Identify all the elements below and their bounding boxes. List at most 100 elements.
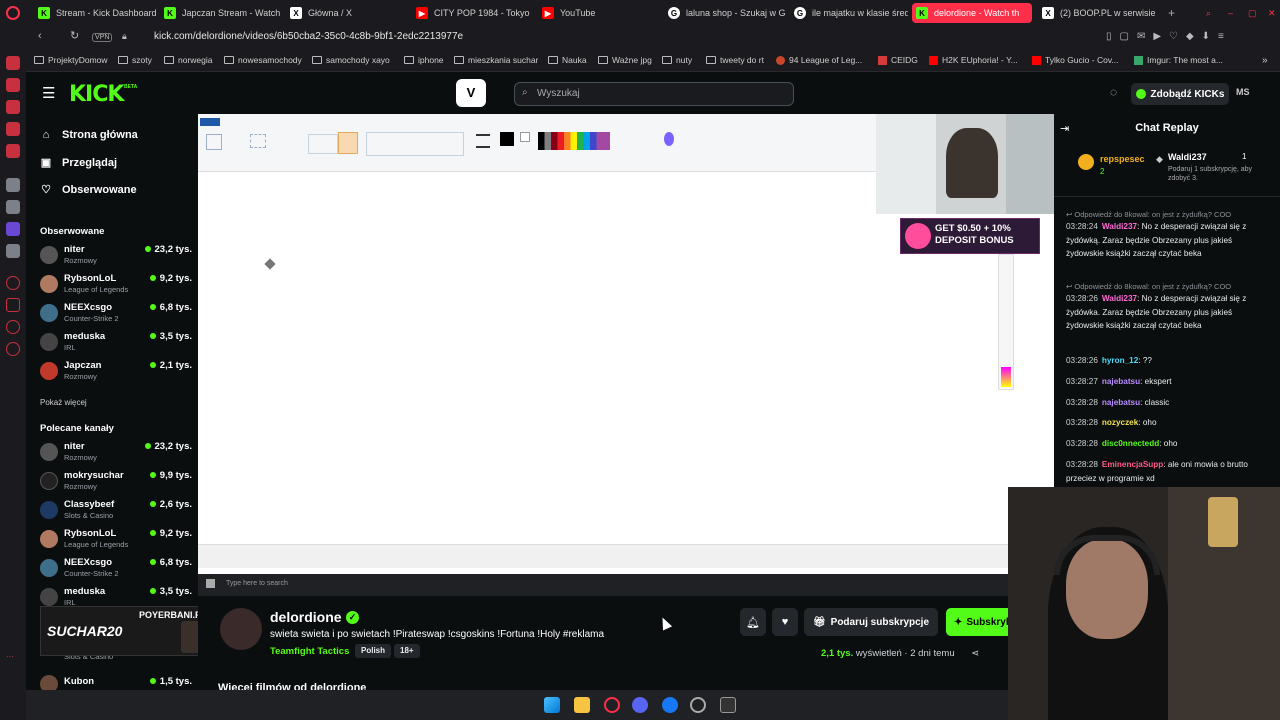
bookmark[interactable]: Tylko Gucio - Cov... [1032, 55, 1119, 65]
chat-message[interactable]: 03:28:28 nozyczek: oho [1066, 416, 1266, 430]
chat-message[interactable]: 03:28:26 hyron_12: ?? [1066, 354, 1266, 368]
subscribe-button[interactable]: ✦Subskrybuj [946, 608, 1008, 636]
bookmarks-more-icon[interactable]: » [1262, 55, 1268, 66]
messenger-icon[interactable] [6, 78, 20, 92]
close-window-button[interactable]: ✕ [1264, 3, 1278, 23]
tab[interactable]: ▶ YouTube [538, 3, 660, 23]
recommended-channel[interactable]: mokrysuchar Rozmowy 9,9 tys. [40, 469, 192, 496]
search-input[interactable]: ⌕ Wyszukaj [514, 82, 794, 106]
bookmark[interactable]: samochody xayo [312, 55, 390, 65]
notification-bell-button[interactable]: 🔔︎ [740, 608, 766, 636]
bookmark[interactable]: norwegia [164, 55, 213, 65]
tag[interactable]: 18+ [394, 644, 420, 658]
bookmark[interactable]: mieszkania suchar [454, 55, 538, 65]
tab[interactable]: Glaluna shop - Szukaj w G [664, 3, 786, 23]
back-icon[interactable]: ‹ [38, 30, 42, 42]
toolbar-icons[interactable]: ▯▢✉▶♡◆⬇≡ [1106, 31, 1232, 42]
bookmark[interactable]: nowesamochody [224, 55, 302, 65]
followed-channel[interactable]: Japczan Rozmowy 2,1 tys. [40, 359, 192, 386]
channel-avatar[interactable] [220, 608, 262, 650]
bookmark[interactable]: 94 League of Leg... [776, 55, 862, 65]
bookmark[interactable]: Imgur: The most a... [1134, 55, 1223, 65]
recommended-channel[interactable]: NEEXcsgo Counter-Strike 2 6,8 tys. [40, 556, 192, 583]
menu-icon[interactable]: ☰ [42, 84, 55, 102]
minimize-button[interactable]: – [1224, 3, 1238, 23]
bookmark[interactable]: tweety do rt [706, 55, 764, 65]
bookmark[interactable]: nuty [662, 55, 692, 65]
tab-active[interactable]: Kdelordione - Watch th [912, 3, 1032, 23]
avatar[interactable]: MS [1236, 87, 1250, 97]
tab[interactable]: K Japczan Stream - Watch [160, 3, 282, 23]
get-kicks-button[interactable]: Zdobądź KICKs [1131, 83, 1229, 105]
chat-message[interactable]: 03:28:28 EminencjaSupp: ale oni mowia o b… [1066, 458, 1266, 485]
followed-channel[interactable]: meduska IRL 3,5 tys. [40, 330, 192, 357]
tag[interactable]: Polish [355, 644, 392, 658]
shopping-icon[interactable] [6, 56, 20, 70]
file-explorer-icon[interactable] [574, 697, 590, 713]
music-icon[interactable] [6, 144, 20, 158]
bookmark[interactable]: szoty [118, 55, 152, 65]
instagram-icon[interactable] [6, 122, 20, 136]
chat-message[interactable]: 03:28:24 Waldi237: No z desperacji związa… [1066, 220, 1266, 261]
tab[interactable]: X (2) BOOP.PL w serwisie [1038, 3, 1160, 23]
x-icon[interactable] [6, 244, 20, 258]
facebook-icon[interactable] [662, 697, 678, 713]
more-icon[interactable]: ⋯ [6, 652, 20, 666]
whatsapp-icon[interactable] [6, 100, 20, 114]
top-gifter-name[interactable]: repspesec [1100, 154, 1145, 164]
maximize-button[interactable]: ▢ [1244, 3, 1258, 23]
chat-message[interactable]: 03:28:28 disc0nnectedd: oho [1066, 437, 1266, 451]
opera-icon[interactable] [604, 697, 620, 713]
video-player[interactable]: Type here to search GET $0.50 + 10% DEPO… [198, 114, 1054, 596]
ai-icon[interactable] [6, 200, 20, 214]
nav-home[interactable]: ⌂ Strona główna [40, 129, 138, 141]
followed-channel[interactable]: RybsonLoL League of Legends 9,2 tys. [40, 272, 192, 299]
search-tabs-icon[interactable]: ⌕ [1202, 3, 1216, 23]
followed-channel[interactable]: niter Rozmowy 23,2 tys. [40, 243, 192, 270]
vpn-extension-icon[interactable]: V [456, 79, 486, 107]
recommended-channel[interactable]: RybsonLoL League of Legends 9,2 tys. [40, 527, 192, 554]
bookmark[interactable]: ProjektyDomow [34, 55, 108, 65]
gift-sub-button[interactable]: 🎁︎ Podaruj subskrypcje [804, 608, 938, 636]
discord-icon[interactable] [632, 697, 648, 713]
history-icon[interactable] [6, 276, 20, 290]
kicks-icon[interactable]: ◌ [1110, 85, 1117, 99]
opera-logo-icon[interactable] [6, 6, 20, 20]
share-icon[interactable]: ⋖ [971, 648, 979, 659]
terminal-icon[interactable] [720, 697, 736, 713]
vpn-badge[interactable]: VPN [92, 33, 113, 42]
chat-message[interactable]: 03:28:27 najebatsu: ekspert [1066, 375, 1266, 389]
ad-banner[interactable]: SUCHAR20 POYERBANI.PL [40, 606, 218, 656]
kick-sidebar-icon[interactable] [6, 178, 20, 192]
tab[interactable]: ▶ CITY POP 1984 - Tokyo [412, 3, 534, 23]
gifter-name[interactable]: Waldi237 [1168, 152, 1207, 162]
reload-icon[interactable]: ↻ [70, 29, 79, 42]
show-more-link[interactable]: Pokaż więcej [40, 398, 87, 407]
bookmark[interactable]: Nauka [548, 55, 587, 65]
channel-name[interactable]: delordione [270, 609, 342, 625]
tab[interactable]: Gile majatku w klasie śred [790, 3, 908, 23]
settings-icon[interactable] [6, 342, 20, 356]
category-link[interactable]: Teamfight Tactics [270, 646, 349, 657]
bookmark[interactable]: iphone [404, 55, 444, 65]
chat-message[interactable]: 03:28:28 najebatsu: classic [1066, 396, 1266, 410]
twitch-icon[interactable] [6, 222, 20, 236]
new-tab-button[interactable]: + [1164, 3, 1178, 23]
bookmark[interactable]: CEIDG [878, 55, 918, 65]
tab[interactable]: X Główna / X [286, 3, 408, 23]
downloads-icon[interactable] [6, 298, 20, 312]
followed-channel[interactable]: NEEXcsgo Counter-Strike 2 6,8 tys. [40, 301, 192, 328]
url-field[interactable]: kick.com/delordione/videos/6b50cba2-35c0… [154, 31, 463, 42]
nav-following[interactable]: ♡ Obserwowane [40, 183, 137, 197]
pin-icon[interactable] [6, 320, 20, 334]
kick-logo[interactable]: KICK [69, 82, 124, 107]
bookmark[interactable]: Ważne jpg [598, 55, 652, 65]
follow-heart-button[interactable]: ♥ [772, 608, 798, 636]
chat-message[interactable]: 03:28:26 Waldi237: No z desperacji związa… [1066, 292, 1266, 333]
bookmark[interactable]: H2K EUphoria! - Y... [929, 55, 1018, 65]
recommended-channel[interactable]: niter Rozmowy 23,2 tys. [40, 440, 192, 467]
recommended-channel[interactable]: Classybeef Slots & Casino 2,6 tys. [40, 498, 192, 525]
nav-browse[interactable]: ▣ Przeglądaj [40, 156, 117, 170]
steam-icon[interactable] [690, 697, 706, 713]
tab[interactable]: K Stream - Kick Dashboard [34, 3, 156, 23]
